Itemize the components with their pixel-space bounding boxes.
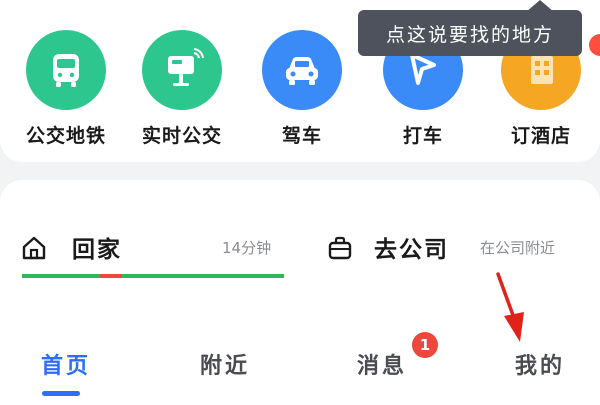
active-tab-indicator bbox=[42, 391, 80, 396]
message-count-badge: 1 bbox=[412, 332, 438, 358]
service-label: 公交地铁 bbox=[25, 125, 106, 147]
commute-home[interactable]: 回家 14分钟 bbox=[20, 228, 300, 268]
service-drive[interactable]: 驾车 bbox=[247, 30, 357, 150]
car-icon bbox=[262, 30, 342, 110]
tab-label: 我的 bbox=[514, 354, 565, 379]
service-bus-subway[interactable]: 公交地铁 bbox=[11, 30, 121, 150]
service-realtime-bus[interactable]: 实时公交 bbox=[127, 30, 237, 150]
commute-home-eta: 14分钟 bbox=[222, 239, 272, 257]
red-pointer-arrow-icon bbox=[496, 272, 524, 342]
service-label: 驾车 bbox=[281, 125, 322, 147]
tab-home[interactable]: 首页 bbox=[6, 348, 126, 388]
bus-icon bbox=[26, 30, 106, 110]
service-label: 订酒店 bbox=[510, 125, 571, 147]
tab-profile[interactable]: 我的 bbox=[480, 348, 600, 388]
service-label: 打车 bbox=[402, 125, 443, 147]
commute-company-title: 去公司 bbox=[374, 237, 449, 263]
traffic-status-bar bbox=[22, 274, 284, 278]
search-hint-tooltip[interactable]: 点这说要找的地方 bbox=[358, 10, 582, 56]
tab-nearby[interactable]: 附近 bbox=[165, 348, 285, 388]
commute-company-detail: 在公司附近 bbox=[480, 239, 556, 257]
tab-label: 首页 bbox=[40, 354, 91, 379]
tab-label: 附近 bbox=[199, 354, 250, 379]
service-label: 实时公交 bbox=[141, 125, 222, 147]
commute-home-title: 回家 bbox=[72, 237, 122, 263]
briefcase-icon bbox=[328, 236, 352, 260]
home-icon bbox=[22, 236, 46, 260]
commute-company[interactable]: 去公司 在公司附近 bbox=[326, 228, 600, 268]
quick-services-card: 公交地铁 实时公交 驾车 打车 订酒店 点这说要找的地方 bbox=[0, 0, 600, 162]
traffic-jam-segment bbox=[100, 274, 122, 278]
realtime-bus-stop-icon bbox=[142, 30, 222, 110]
